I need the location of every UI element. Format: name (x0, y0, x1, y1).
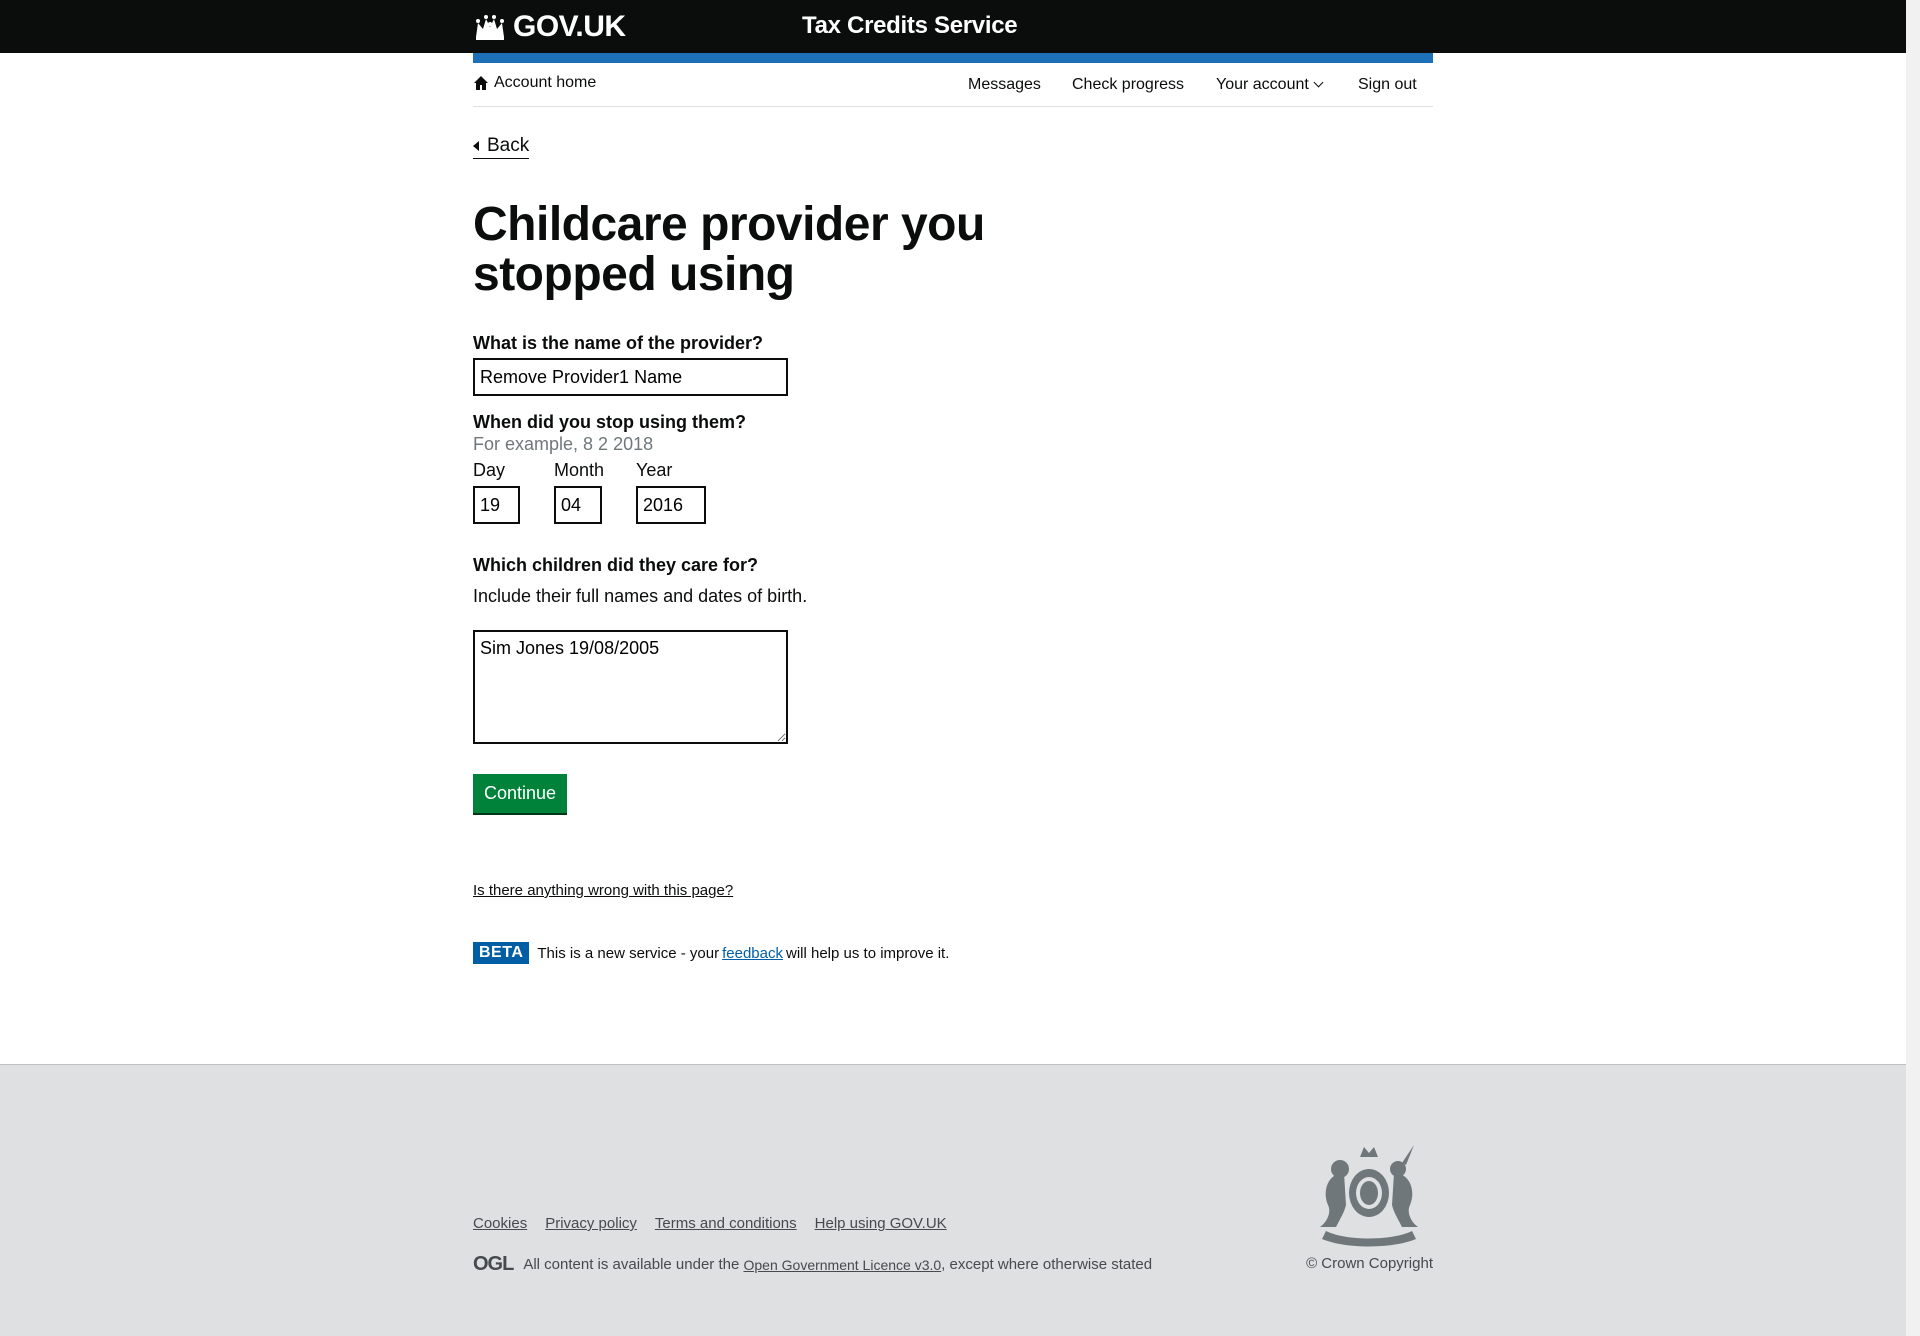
royal-crest-icon (1320, 1145, 1418, 1247)
licence-text-after: , except where otherwise stated (941, 1256, 1153, 1273)
beta-text-before: This is a new service - your (537, 944, 720, 962)
month-input[interactable] (554, 486, 602, 524)
govuk-logo-text: GOV.UK (513, 10, 626, 43)
govuk-logo-link[interactable]: GOV.UK (473, 10, 626, 44)
day-label: Day (473, 460, 506, 480)
provider-name-label: What is the name of the provider? (473, 333, 764, 353)
year-input[interactable] (636, 486, 706, 524)
nav-account-home[interactable]: Account home (473, 74, 596, 92)
date-year-group: Year (636, 460, 706, 524)
stop-date-label: When did you stop using them? (473, 412, 746, 432)
nav-your-account-label: Your account (1216, 76, 1309, 93)
nav-messages[interactable]: Messages (968, 76, 1041, 94)
ogl-logo: OGL (473, 1253, 514, 1275)
beta-text-after: will help us to improve it. (786, 944, 950, 962)
date-month-group: Month (554, 460, 604, 524)
month-label: Month (554, 460, 605, 480)
service-name-link[interactable]: Tax Credits Service (802, 12, 1018, 40)
licence-link[interactable]: Open Government Licence v3.0 (744, 1257, 942, 1273)
beta-banner: BETA This is a new service - your feedba… (473, 942, 949, 964)
back-arrow-icon (473, 141, 479, 151)
site-header: GOV.UK Tax Credits Service (0, 0, 1906, 53)
back-link[interactable]: Back (473, 135, 530, 159)
provider-name-input[interactable] (473, 358, 788, 396)
chevron-down-icon (1313, 77, 1324, 88)
home-icon (474, 76, 488, 90)
account-navigation: Account home Messages Check progress You… (473, 63, 1433, 107)
nav-account-home-label: Account home (494, 74, 597, 91)
nav-sign-out[interactable]: Sign out (1358, 76, 1417, 94)
footer-link-privacy[interactable]: Privacy policy (545, 1215, 637, 1232)
stop-date-hint: For example, 8 2 2018 (473, 434, 654, 454)
footer-links: Cookies Privacy policy Terms and conditi… (473, 1215, 947, 1232)
footer-link-help[interactable]: Help using GOV.UK (815, 1215, 947, 1232)
crown-icon (476, 15, 504, 40)
footer-link-terms[interactable]: Terms and conditions (655, 1215, 797, 1232)
page-scrollbar[interactable] (1906, 0, 1920, 1336)
footer-link-cookies[interactable]: Cookies (473, 1215, 527, 1232)
beta-tag: BETA (473, 942, 530, 964)
page-title: Childcare provider you stopped using (473, 198, 985, 301)
children-hint: Include their full names and dates of bi… (473, 586, 808, 606)
children-textarea[interactable]: Sim Jones 19/08/2005 (473, 630, 788, 744)
year-label: Year (636, 460, 673, 480)
licence-text-before: All content is available under the (523, 1256, 740, 1273)
header-accent-bar (473, 53, 1433, 63)
nav-check-progress[interactable]: Check progress (1072, 76, 1184, 94)
report-problem-link[interactable]: Is there anything wrong with this page? (473, 882, 733, 899)
continue-button[interactable]: Continue (473, 774, 567, 813)
nav-your-account[interactable]: Your account (1216, 76, 1324, 94)
back-link-label: Back (487, 135, 530, 156)
children-label: Which children did they care for? (473, 555, 759, 575)
feedback-link[interactable]: feedback (722, 945, 783, 962)
licence-statement: OGL All content is available under the O… (473, 1253, 1152, 1276)
site-footer: Cookies Privacy policy Terms and conditi… (0, 1064, 1906, 1336)
day-input[interactable] (473, 486, 520, 524)
date-day-group: Day (473, 460, 520, 524)
crown-copyright-link[interactable]: © Crown Copyright (1295, 1255, 1433, 1272)
